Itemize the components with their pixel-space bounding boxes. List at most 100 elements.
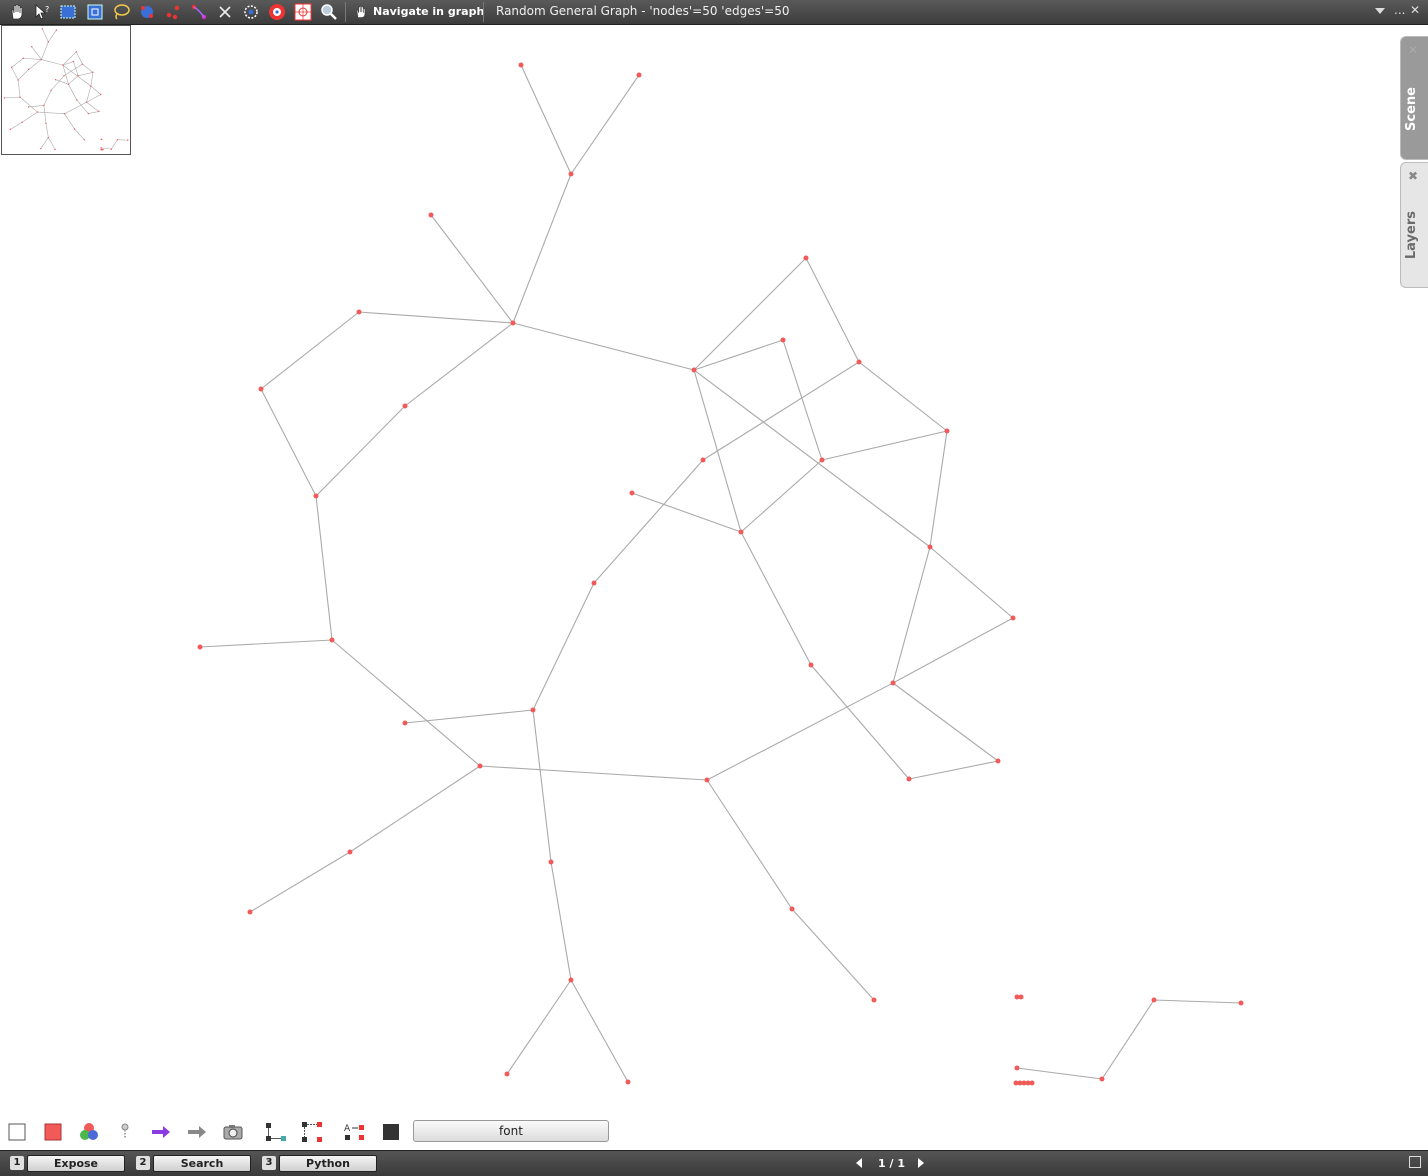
- graph-node[interactable]: [701, 458, 706, 463]
- graph-edge[interactable]: [56, 80, 69, 85]
- graph-edge[interactable]: [91, 86, 101, 94]
- graph-edge[interactable]: [783, 340, 822, 460]
- graph-node[interactable]: [48, 41, 49, 42]
- background-color-icon[interactable]: [5, 1120, 29, 1144]
- graph-node[interactable]: [10, 129, 11, 130]
- graph-node[interactable]: [857, 360, 862, 365]
- graph-edge[interactable]: [42, 29, 48, 42]
- graph-node[interactable]: [872, 998, 877, 1003]
- fisheye-icon[interactable]: [319, 2, 339, 22]
- graph-node[interactable]: [429, 213, 434, 218]
- graph-edge[interactable]: [533, 710, 551, 862]
- layers-tab[interactable]: ✖ Layers: [1400, 162, 1428, 288]
- neighborhood-icon[interactable]: [293, 2, 313, 22]
- graph-node[interactable]: [348, 850, 353, 855]
- graph-node[interactable]: [907, 777, 912, 782]
- graph-node[interactable]: [17, 79, 18, 80]
- graph-node[interactable]: [73, 61, 74, 62]
- delete-icon[interactable]: [215, 2, 235, 22]
- graph-edge[interactable]: [51, 76, 64, 91]
- graph-node[interactable]: [1015, 1066, 1020, 1071]
- graph-node[interactable]: [84, 139, 85, 140]
- graph-node[interactable]: [41, 59, 42, 60]
- graph-node[interactable]: [1011, 616, 1016, 621]
- graph-node[interactable]: [637, 73, 642, 78]
- graph-node[interactable]: [64, 113, 65, 114]
- graph-edge[interactable]: [316, 406, 405, 496]
- graph-edge[interactable]: [76, 52, 82, 64]
- graph-edge[interactable]: [405, 710, 533, 723]
- graph-edge[interactable]: [571, 980, 628, 1082]
- add-node-icon[interactable]: [163, 2, 183, 22]
- graph-edge[interactable]: [694, 258, 806, 370]
- graph-edge[interactable]: [68, 76, 78, 85]
- graph-node[interactable]: [28, 106, 29, 107]
- graph-edge[interactable]: [44, 90, 51, 105]
- edge-bends-icon[interactable]: [300, 1120, 324, 1144]
- graph-edge[interactable]: [1154, 1000, 1241, 1003]
- graph-node[interactable]: [259, 387, 264, 392]
- fullscreen-toggle-icon[interactable]: [1409, 1156, 1421, 1168]
- graph-node[interactable]: [1019, 995, 1024, 1000]
- search-button[interactable]: Search: [153, 1155, 251, 1172]
- graph-node[interactable]: [1239, 1001, 1244, 1006]
- graph-edge[interactable]: [22, 112, 37, 122]
- expose-button[interactable]: Expose: [27, 1155, 125, 1172]
- graph-node[interactable]: [68, 84, 69, 85]
- graph-node[interactable]: [56, 29, 57, 30]
- selection-icon[interactable]: [137, 2, 157, 22]
- graph-edge[interactable]: [632, 493, 741, 532]
- graph-edge[interactable]: [41, 60, 62, 66]
- graph-edge[interactable]: [806, 258, 859, 362]
- graph-edge[interactable]: [41, 42, 48, 60]
- graph-node[interactable]: [549, 860, 554, 865]
- graph-node[interactable]: [403, 721, 408, 726]
- graph-node[interactable]: [102, 149, 103, 150]
- graph-node[interactable]: [1152, 998, 1157, 1003]
- graph-edge[interactable]: [68, 84, 76, 100]
- graph-node[interactable]: [40, 148, 41, 149]
- rectangle-zoom-icon[interactable]: [85, 2, 105, 22]
- graph-node[interactable]: [31, 46, 32, 47]
- graph-node[interactable]: [569, 978, 574, 983]
- graph-edge[interactable]: [893, 547, 930, 683]
- more-options-button[interactable]: ... ✕: [1390, 0, 1428, 24]
- graph-node[interactable]: [592, 581, 597, 586]
- graph-edge[interactable]: [261, 389, 316, 496]
- graph-edge[interactable]: [20, 97, 38, 112]
- previous-page-icon[interactable]: [856, 1158, 862, 1168]
- graph-edge[interactable]: [200, 640, 332, 647]
- graph-edge[interactable]: [46, 123, 48, 137]
- graph-edge[interactable]: [792, 909, 874, 1000]
- graph-edge[interactable]: [12, 58, 24, 67]
- add-edge-icon[interactable]: [189, 2, 209, 22]
- graph-edge[interactable]: [38, 112, 65, 114]
- graph-node[interactable]: [45, 123, 46, 124]
- label-display-icon[interactable]: [113, 1120, 137, 1144]
- graph-node[interactable]: [692, 368, 697, 373]
- label-color-icon[interactable]: [379, 1120, 403, 1144]
- graph-node[interactable]: [100, 147, 101, 148]
- graph-edge[interactable]: [88, 111, 99, 113]
- graph-node[interactable]: [92, 72, 93, 73]
- graph-node[interactable]: [74, 128, 75, 129]
- graph-node[interactable]: [705, 778, 710, 783]
- overview-minimap[interactable]: [1, 25, 131, 155]
- graph-edge[interactable]: [909, 761, 998, 779]
- close-view-icon[interactable]: ✕: [1410, 3, 1420, 17]
- graph-edge[interactable]: [87, 102, 99, 111]
- graph-edge[interactable]: [707, 683, 893, 780]
- graph-node[interactable]: [630, 491, 635, 496]
- graph-node[interactable]: [82, 63, 83, 64]
- get-info-icon[interactable]: ?: [32, 2, 52, 22]
- graph-edge[interactable]: [480, 766, 707, 780]
- graph-node[interactable]: [626, 1080, 631, 1085]
- graph-edge[interactable]: [78, 72, 93, 75]
- next-page-icon[interactable]: [918, 1158, 924, 1168]
- close-icon[interactable]: ✖: [1408, 169, 1418, 183]
- graph-node[interactable]: [23, 58, 24, 59]
- graph-node[interactable]: [511, 321, 516, 326]
- graph-node[interactable]: [62, 64, 63, 65]
- graph-edge[interactable]: [507, 980, 571, 1074]
- graph-node[interactable]: [1100, 1077, 1105, 1082]
